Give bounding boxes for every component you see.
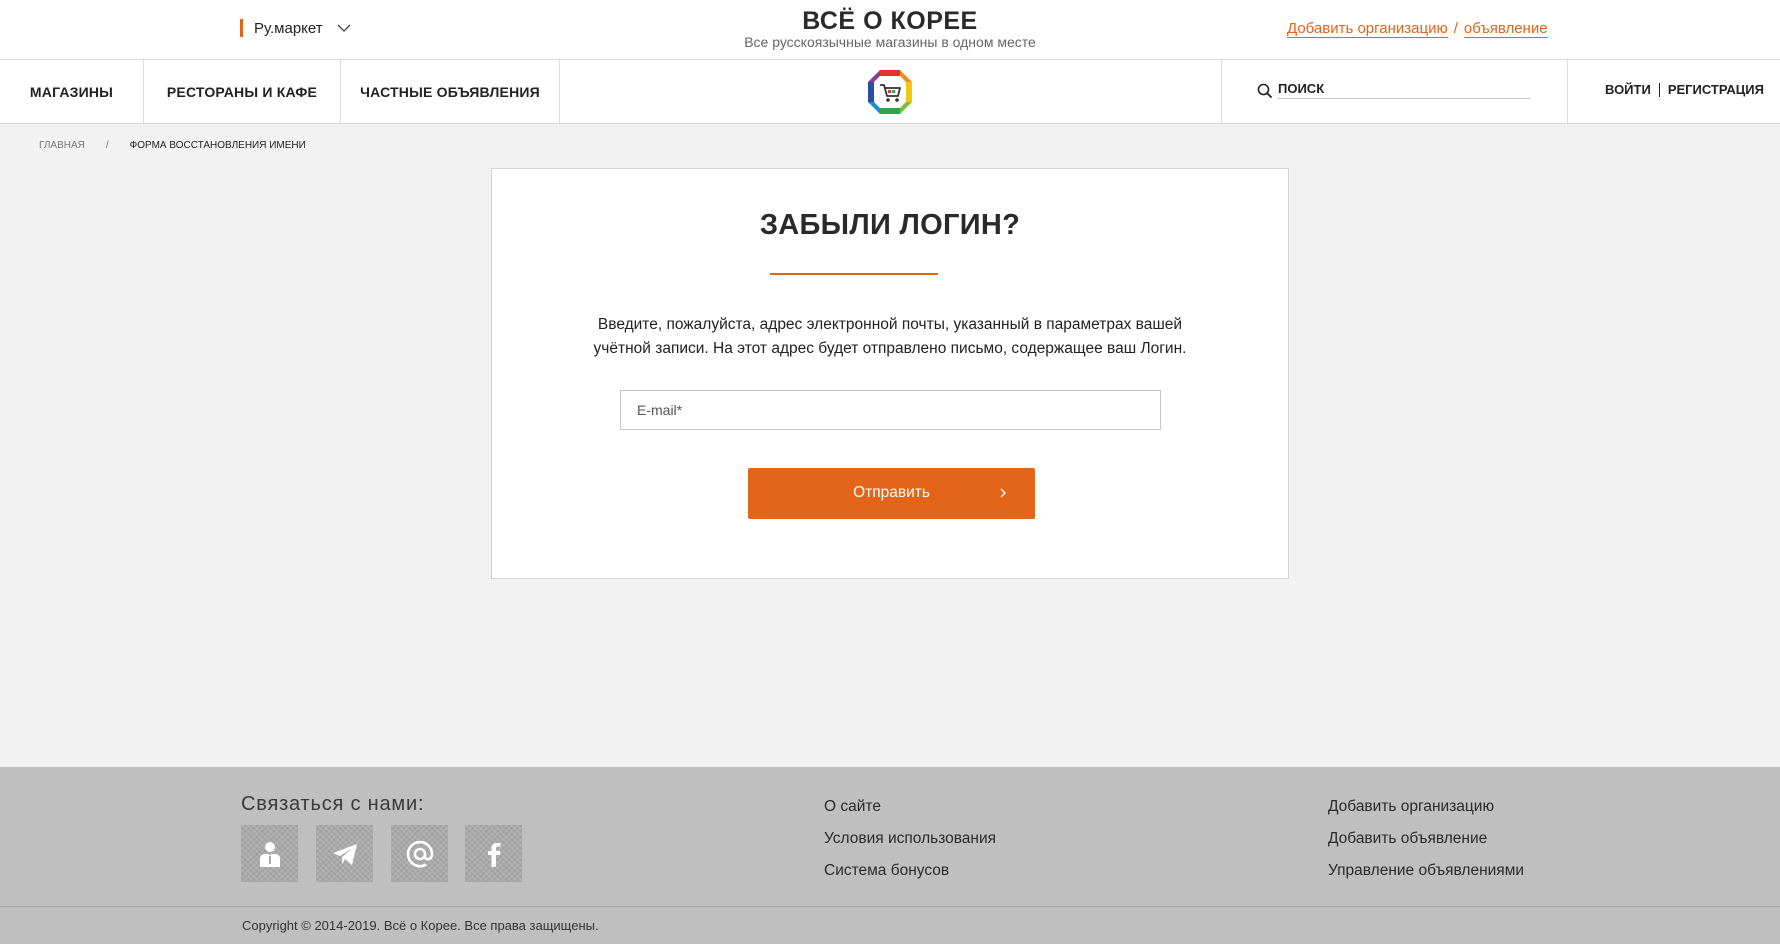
main-nav: МАГАЗИНЫ РЕСТОРАНЫ И КАФЕ ЧАСТНЫЕ ОБЪЯВЛ… [0, 60, 1780, 124]
breadcrumb: ГЛАВНАЯ / ФОРМА ВОССТАНОВЛЕНИЯ ИМЕНИ [39, 140, 306, 151]
add-ad-link[interactable]: объявление [1463, 20, 1548, 38]
auth-divider [1658, 82, 1660, 97]
telegram-icon[interactable] [316, 825, 373, 882]
footer-link-add-ad[interactable]: Добавить объявление [1328, 829, 1524, 848]
copyright: Copyright © 2014-2019. Всё о Корее. Все … [242, 918, 599, 933]
search-input[interactable] [1278, 79, 1530, 99]
recovery-form-card: ЗАБЫЛИ ЛОГИН? Введите, пожалуйста, адрес… [491, 168, 1289, 579]
footer-link-terms[interactable]: Условия использования [824, 829, 996, 848]
chevron-right-icon [1000, 488, 1006, 498]
person-icon[interactable] [241, 825, 298, 882]
register-link[interactable]: РЕГИСТРАЦИЯ [1668, 82, 1764, 97]
submit-button[interactable]: Отправить [748, 468, 1035, 519]
nav-item-shops[interactable]: МАГАЗИНЫ [0, 60, 144, 124]
search-area [1221, 60, 1568, 124]
auth-links: ВОЙТИ РЕГИСТРАЦИЯ [1605, 82, 1764, 97]
breadcrumb-current: ФОРМА ВОССТАНОВЛЕНИЯ ИМЕНИ [129, 140, 306, 151]
email-field[interactable] [620, 390, 1161, 430]
add-links-separator: / [1453, 20, 1458, 37]
submit-label: Отправить [853, 484, 930, 501]
form-description: Введите, пожалуйста, адрес электронной п… [593, 316, 1187, 357]
top-header: Ру.маркет ВСЁ О КОРЕЕ Все русскоязычные … [0, 0, 1780, 60]
at-icon[interactable] [391, 825, 448, 882]
nav-item-private-ads[interactable]: ЧАСТНЫЕ ОБЪЯВЛЕНИЯ [341, 60, 560, 124]
add-links: Добавить организацию / объявление [1287, 20, 1548, 38]
footer-bottom: Copyright © 2014-2019. Всё о Корее. Все … [0, 906, 1780, 944]
login-link[interactable]: ВОЙТИ [1605, 82, 1651, 97]
footer-link-add-org[interactable]: Добавить организацию [1328, 797, 1524, 816]
footer-links-info: О сайте Условия использования Система бо… [824, 797, 996, 880]
breadcrumb-home[interactable]: ГЛАВНАЯ [39, 140, 85, 151]
nav-item-restaurants[interactable]: РЕСТОРАНЫ И КАФЕ [144, 60, 341, 124]
footer-link-bonus[interactable]: Система бонусов [824, 861, 996, 880]
footer-links-actions: Добавить организацию Добавить объявление… [1328, 797, 1524, 880]
search-icon[interactable] [1257, 83, 1273, 99]
footer: Связаться с нами: О сайте Условия исполь… [0, 767, 1780, 944]
facebook-icon[interactable] [465, 825, 522, 882]
footer-link-manage-ads[interactable]: Управление объявлениями [1328, 861, 1524, 880]
logo-icon[interactable] [866, 68, 914, 116]
breadcrumb-separator: / [105, 140, 109, 151]
form-title: ЗАБЫЛИ ЛОГИН? [759, 209, 1021, 241]
contact-title: Связаться с нами: [241, 793, 425, 815]
title-underline [770, 273, 938, 275]
add-organization-link[interactable]: Добавить организацию [1287, 20, 1448, 38]
footer-link-about[interactable]: О сайте [824, 797, 996, 816]
